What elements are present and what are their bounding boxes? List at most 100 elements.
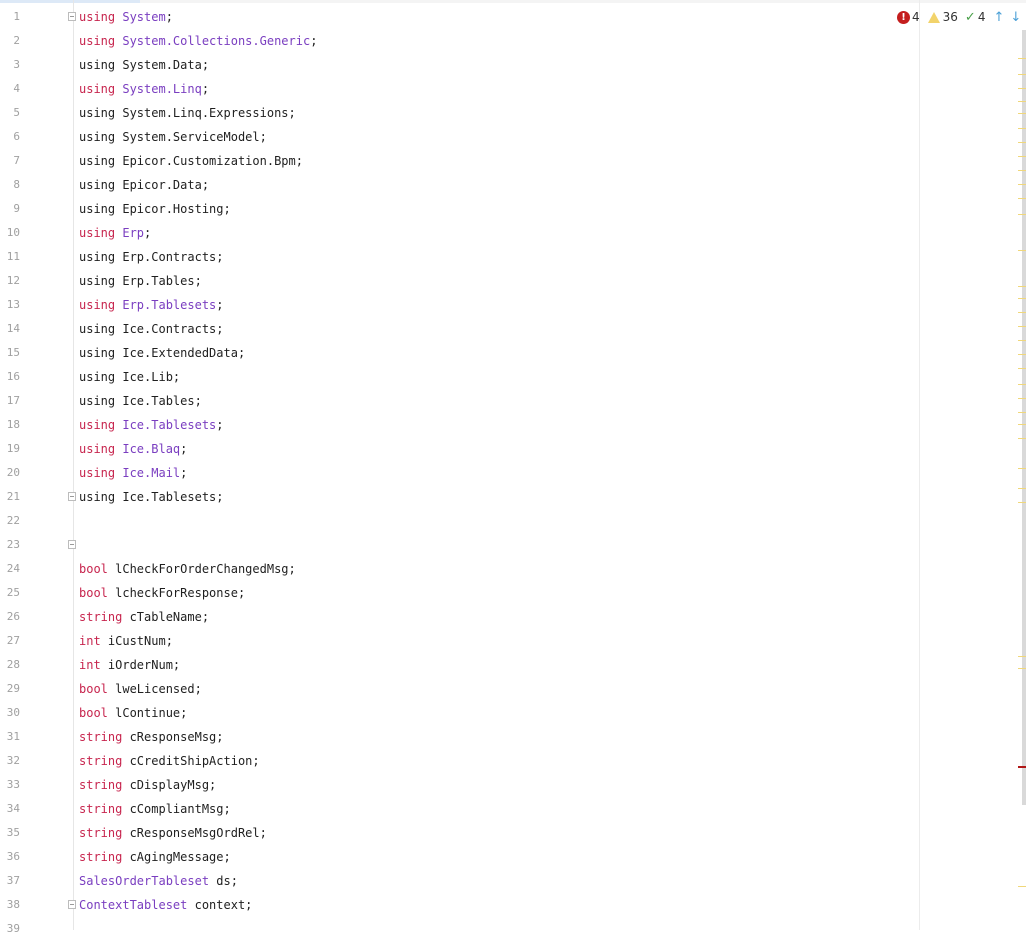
error-icon[interactable]: ! [897, 10, 910, 24]
warning-stripe-marker[interactable] [1018, 88, 1026, 89]
code-line[interactable]: 30 bool lContinue; [0, 701, 919, 725]
code-text[interactable]: using Ice.Tablesets; [79, 413, 224, 437]
code-text[interactable]: string cResponseMsg; [79, 725, 224, 749]
code-text[interactable]: using System.Linq.Expressions; [79, 101, 296, 125]
fold-toggle-icon[interactable] [68, 12, 76, 21]
warning-stripe-marker[interactable] [1018, 74, 1026, 75]
code-text[interactable]: using Erp.Contracts; [79, 245, 224, 269]
code-line[interactable]: 18 using Ice.Tablesets; [0, 413, 919, 437]
warning-stripe-marker[interactable] [1018, 502, 1026, 503]
code-text[interactable]: using System.ServiceModel; [79, 125, 267, 149]
code-text[interactable]: SalesOrderTableset ds; [79, 869, 238, 893]
code-text[interactable]: string cTableName; [79, 605, 209, 629]
warning-stripe-marker[interactable] [1018, 170, 1026, 171]
code-line[interactable]: 19 using Ice.Blaq; [0, 437, 919, 461]
code-text[interactable]: using System.Linq; [79, 77, 209, 101]
code-text[interactable]: using Ice.Tablesets; [79, 485, 224, 509]
code-line[interactable]: 24 bool lCheckForOrderChangedMsg; [0, 557, 919, 581]
code-line[interactable]: 8 using Epicor.Data; [0, 173, 919, 197]
code-text[interactable]: string cAgingMessage; [79, 845, 231, 869]
code-line[interactable]: 23 [0, 533, 919, 557]
warning-stripe-marker[interactable] [1018, 326, 1026, 327]
warning-stripe-marker[interactable] [1018, 113, 1026, 114]
ok-count[interactable]: 4 [978, 10, 986, 24]
code-text[interactable]: using System.Data; [79, 53, 209, 77]
warning-stripe-marker[interactable] [1018, 312, 1026, 313]
warning-stripe-marker[interactable] [1018, 384, 1026, 385]
code-text[interactable]: using Ice.Lib; [79, 365, 180, 389]
check-icon[interactable]: ✓ [965, 10, 976, 25]
code-line[interactable]: 2 using System.Collections.Generic; [0, 29, 919, 53]
warning-stripe-marker[interactable] [1018, 58, 1026, 59]
error-count[interactable]: 4 [912, 10, 920, 24]
warning-stripe-marker[interactable] [1018, 298, 1026, 299]
code-text[interactable]: bool lweLicensed; [79, 677, 202, 701]
code-text[interactable]: using Ice.Blaq; [79, 437, 187, 461]
code-line[interactable]: 12 using Erp.Tables; [0, 269, 919, 293]
warning-stripe-marker[interactable] [1018, 214, 1026, 215]
next-highlight-arrow-icon[interactable]: ↓ [1010, 10, 1021, 25]
warning-stripe-marker[interactable] [1018, 128, 1026, 129]
code-line[interactable]: 39 [0, 917, 919, 941]
code-line[interactable]: 16 using Ice.Lib; [0, 365, 919, 389]
code-text[interactable]: string cResponseMsgOrdRel; [79, 821, 267, 845]
fold-toggle-icon[interactable] [68, 900, 76, 909]
code-text[interactable]: int iOrderNum; [79, 653, 180, 677]
code-line[interactable]: 26 string cTableName; [0, 605, 919, 629]
warning-stripe-marker[interactable] [1018, 198, 1026, 199]
code-text[interactable]: using Erp.Tablesets; [79, 293, 224, 317]
code-line[interactable]: 21 using Ice.Tablesets; [0, 485, 919, 509]
code-text[interactable]: using Erp.Tables; [79, 269, 202, 293]
fold-toggle-icon[interactable] [68, 540, 76, 549]
warning-stripe-marker[interactable] [1018, 250, 1026, 251]
code-line[interactable]: 36 string cAgingMessage; [0, 845, 919, 869]
code-editor[interactable]: 1 using System; 2 using System.Collections.… [0, 5, 919, 941]
code-text[interactable]: using Ice.Mail; [79, 461, 187, 485]
warning-stripe-marker[interactable] [1018, 468, 1026, 469]
code-line[interactable]: 17 using Ice.Tables; [0, 389, 919, 413]
code-line[interactable]: 14 using Ice.Contracts; [0, 317, 919, 341]
warning-stripe-marker[interactable] [1018, 184, 1026, 185]
warning-stripe-marker[interactable] [1018, 656, 1026, 657]
code-line[interactable]: 34 string cCompliantMsg; [0, 797, 919, 821]
code-line[interactable]: 25 bool lcheckForResponse; [0, 581, 919, 605]
code-text[interactable]: ContextTableset context; [79, 893, 252, 917]
code-line[interactable]: 35 string cResponseMsgOrdRel; [0, 821, 919, 845]
code-line[interactable]: 31 string cResponseMsg; [0, 725, 919, 749]
code-text[interactable]: bool lcheckForResponse; [79, 581, 245, 605]
code-text[interactable]: using System.Collections.Generic; [79, 29, 317, 53]
code-line[interactable]: 32 string cCreditShipAction; [0, 749, 919, 773]
code-text[interactable]: using Ice.ExtendedData; [79, 341, 245, 365]
error-stripe-marker[interactable] [1018, 766, 1026, 768]
warning-stripe-marker[interactable] [1018, 668, 1026, 669]
code-text[interactable]: using System; [79, 5, 173, 29]
warning-stripe-marker[interactable] [1018, 156, 1026, 157]
code-line[interactable]: 37 SalesOrderTableset ds; [0, 869, 919, 893]
warning-stripe-marker[interactable] [1018, 101, 1026, 102]
code-line[interactable]: 11 using Erp.Contracts; [0, 245, 919, 269]
code-line[interactable]: 10 using Erp; [0, 221, 919, 245]
code-line[interactable]: 33 string cDisplayMsg; [0, 773, 919, 797]
scrollbar-thumb[interactable] [1022, 30, 1026, 805]
code-line[interactable]: 27 int iCustNum; [0, 629, 919, 653]
code-line[interactable]: 28 int iOrderNum; [0, 653, 919, 677]
code-text[interactable]: int iCustNum; [79, 629, 173, 653]
fold-toggle-icon[interactable] [68, 492, 76, 501]
code-line[interactable]: 13 using Erp.Tablesets; [0, 293, 919, 317]
code-line[interactable]: 3 using System.Data; [0, 53, 919, 77]
code-text[interactable]: string cCreditShipAction; [79, 749, 260, 773]
warning-stripe-marker[interactable] [1018, 368, 1026, 369]
warning-stripe-marker[interactable] [1018, 142, 1026, 143]
code-line[interactable]: 38 ContextTableset context; [0, 893, 919, 917]
code-text[interactable]: using Ice.Tables; [79, 389, 202, 413]
code-text[interactable]: using Epicor.Hosting; [79, 197, 231, 221]
code-line[interactable]: 7 using Epicor.Customization.Bpm; [0, 149, 919, 173]
previous-highlight-arrow-icon[interactable]: ↑ [993, 10, 1004, 25]
code-line[interactable]: 20 using Ice.Mail; [0, 461, 919, 485]
warning-stripe-marker[interactable] [1018, 886, 1026, 887]
code-line[interactable]: 1 using System; [0, 5, 919, 29]
code-text[interactable]: using Epicor.Customization.Bpm; [79, 149, 303, 173]
warning-icon[interactable] [927, 11, 941, 24]
warning-stripe-marker[interactable] [1018, 398, 1026, 399]
code-text[interactable]: string cCompliantMsg; [79, 797, 231, 821]
